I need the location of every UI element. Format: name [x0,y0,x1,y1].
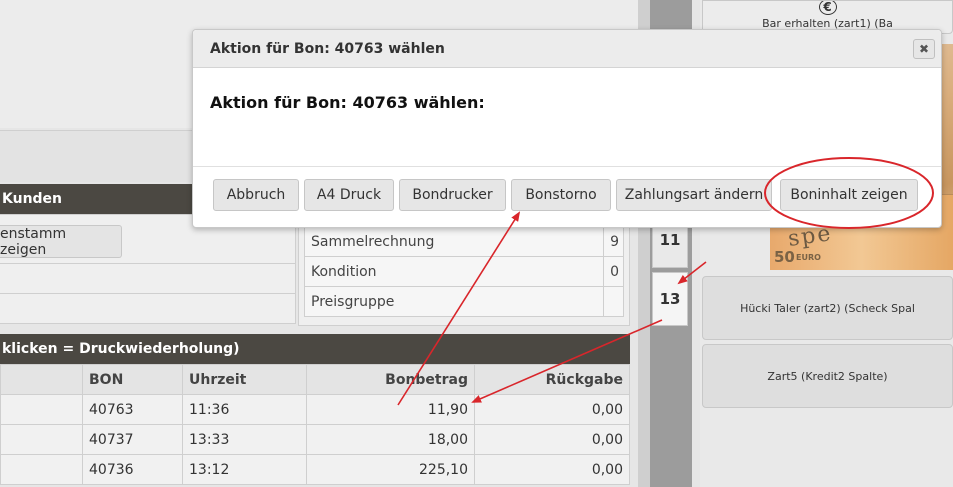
euro-icon: € [818,1,837,15]
bonstorno-button[interactable]: Bonstorno [511,179,611,211]
kunden-divider [0,263,296,264]
hucki-taler-button[interactable]: Hücki Taler (zart2) (Scheck Spal [702,276,953,340]
kunden-panel: enstamm zeigen [0,214,296,324]
dialog-button-bar: Abbruch A4 Druck Bondrucker Bonstorno Za… [193,166,941,228]
tab-13[interactable]: 13 [652,272,688,326]
kunden-divider [0,293,296,294]
kunden-info-table: Sammelrechnung 9 Kondition 0 Preisgruppe [304,226,624,317]
zart5-label: Zart5 (Kredit2 Spalte) [767,369,888,383]
banknote-value: 50 [774,248,795,266]
row-cell [0,424,83,455]
table-row[interactable]: 40736 13:12 225,10 0,00 [0,454,630,485]
bon-table: BON Uhrzeit Bonbetrag Rückgabe 40763 11:… [0,364,630,485]
column-header: Rückgabe [474,364,630,395]
bon-time: 11:36 [182,394,307,425]
column-header: BON [82,364,183,395]
info-value: 9 [603,226,624,257]
boninhalt-zeigen-button[interactable]: Boninhalt zeigen [780,179,918,211]
bon-return: 0,00 [474,454,630,485]
kundenstamm-button[interactable]: enstamm zeigen [0,225,122,258]
bon-return: 0,00 [474,394,630,425]
close-icon[interactable]: ✖ [913,39,935,59]
tab-label: 11 [659,231,681,249]
info-value: 0 [603,256,624,287]
banknote-currency: EURO [796,253,821,262]
bon-list-header: klicken = Druckwiederholung) [0,334,630,364]
bon-amount: 225,10 [306,454,475,485]
row-cell [0,394,83,425]
bon-return: 0,00 [474,424,630,455]
column-header [0,364,83,395]
abbruch-button[interactable]: Abbruch [213,179,299,211]
table-header-row: BON Uhrzeit Bonbetrag Rückgabe [0,364,630,395]
table-row[interactable]: 40763 11:36 11,90 0,00 [0,394,630,425]
zahlungsart-aendern-button[interactable]: Zahlungsart ändern [616,179,772,211]
dialog-message: Aktion für Bon: 40763 wählen: [210,93,485,112]
table-row: Preisgruppe [304,286,624,317]
info-label: Kondition [304,256,604,287]
bon-time: 13:33 [182,424,307,455]
a4-druck-button[interactable]: A4 Druck [304,179,394,211]
info-label: Sammelrechnung [304,226,604,257]
row-cell [0,454,83,485]
info-label: Preisgruppe [304,286,604,317]
table-row: Kondition 0 [304,256,624,287]
bon-action-dialog: Aktion für Bon: 40763 wählen ✖ Aktion fü… [192,29,942,228]
dialog-title: Aktion für Bon: 40763 wählen [210,40,445,57]
kunden-header-label: Kunden [2,191,63,207]
bon-number: 40737 [82,424,183,455]
bon-amount: 11,90 [306,394,475,425]
bon-time: 13:12 [182,454,307,485]
info-value [603,286,624,317]
bon-number: 40736 [82,454,183,485]
tab-label: 13 [659,290,681,308]
column-header: Uhrzeit [182,364,307,395]
table-row: Sammelrechnung 9 [304,226,624,257]
table-row[interactable]: 40737 13:33 18,00 0,00 [0,424,630,455]
hucki-taler-label: Hücki Taler (zart2) (Scheck Spal [740,301,915,315]
bon-number: 40763 [82,394,183,425]
zart5-button[interactable]: Zart5 (Kredit2 Spalte) [702,344,953,408]
dialog-title-bar: Aktion für Bon: 40763 wählen [193,30,941,68]
column-header: Bonbetrag [306,364,475,395]
bon-list-header-label: klicken = Druckwiederholung) [2,341,240,357]
bon-amount: 18,00 [306,424,475,455]
bondrucker-button[interactable]: Bondrucker [399,179,506,211]
